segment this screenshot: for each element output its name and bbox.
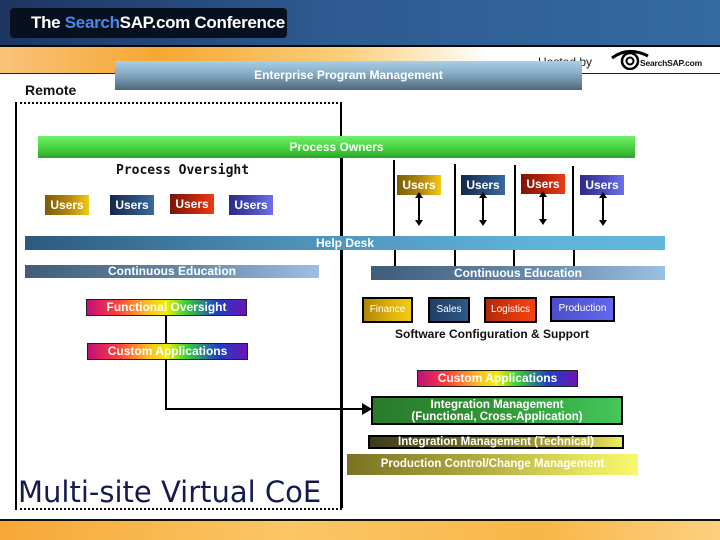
conference-prefix: The (31, 13, 65, 32)
production-control-change-management-bar: Production Control/Change Management (347, 454, 638, 475)
custom-applications-site-box: Custom Applications (417, 370, 578, 387)
process-owners-bar: Process Owners (38, 136, 635, 158)
remote-box-right-edge (341, 158, 343, 508)
sponsor-logo-text: SearchSAP.com (640, 58, 702, 68)
conference-title: The SearchSAP.com Conference (10, 8, 287, 38)
separator-line (573, 250, 575, 266)
module-logistics: Logistics (484, 297, 537, 323)
connector-line (165, 408, 365, 410)
footer-band (0, 521, 720, 540)
software-configuration-label: Software Configuration & Support (395, 327, 589, 341)
conference-suffix: SAP.com Conference (119, 13, 286, 32)
separator-line (454, 250, 456, 266)
connector-line (165, 359, 167, 409)
connector-line (165, 315, 167, 345)
integration-management-technical-box: Integration Management (Technical) (368, 435, 624, 449)
module-production: Production (550, 296, 615, 322)
double-arrow-icon (479, 192, 487, 226)
custom-applications-remote-box: Custom Applications (87, 343, 248, 360)
separator-line (454, 164, 456, 236)
separator-line (513, 250, 515, 266)
enterprise-program-management-bar: Enterprise Program Management (115, 61, 582, 90)
conference-highlight: Search (64, 13, 120, 32)
continuous-education-remote-bar: Continuous Education (25, 265, 319, 278)
remote-users-gold: Users (45, 195, 89, 215)
separator-line (514, 165, 516, 236)
remote-label: Remote (25, 82, 77, 98)
module-finance: Finance (362, 297, 413, 323)
remote-users-red: Users (170, 194, 214, 214)
help-desk-bar: Help Desk (25, 236, 665, 250)
separator-line (572, 166, 574, 236)
separator-line (394, 250, 396, 266)
double-arrow-icon (599, 192, 607, 226)
integration-management-functional-box: Integration Management (Functional, Cros… (371, 396, 623, 425)
continuous-education-site-bar: Continuous Education (371, 266, 665, 280)
process-oversight-label: Process Oversight (116, 163, 250, 178)
double-arrow-icon (415, 192, 423, 226)
integration-functional-line2: (Functional, Cross-Application) (411, 411, 583, 423)
remote-users-navy: Users (110, 195, 154, 215)
functional-oversight-box: Functional Oversight (86, 299, 247, 316)
double-arrow-icon (539, 191, 547, 225)
module-sales: Sales (428, 297, 470, 323)
remote-users-blue: Users (229, 195, 273, 215)
integration-functional-line1: Integration Management (430, 399, 564, 411)
slide-title: Multi-site Virtual CoE (18, 475, 322, 509)
separator-line (393, 160, 395, 236)
